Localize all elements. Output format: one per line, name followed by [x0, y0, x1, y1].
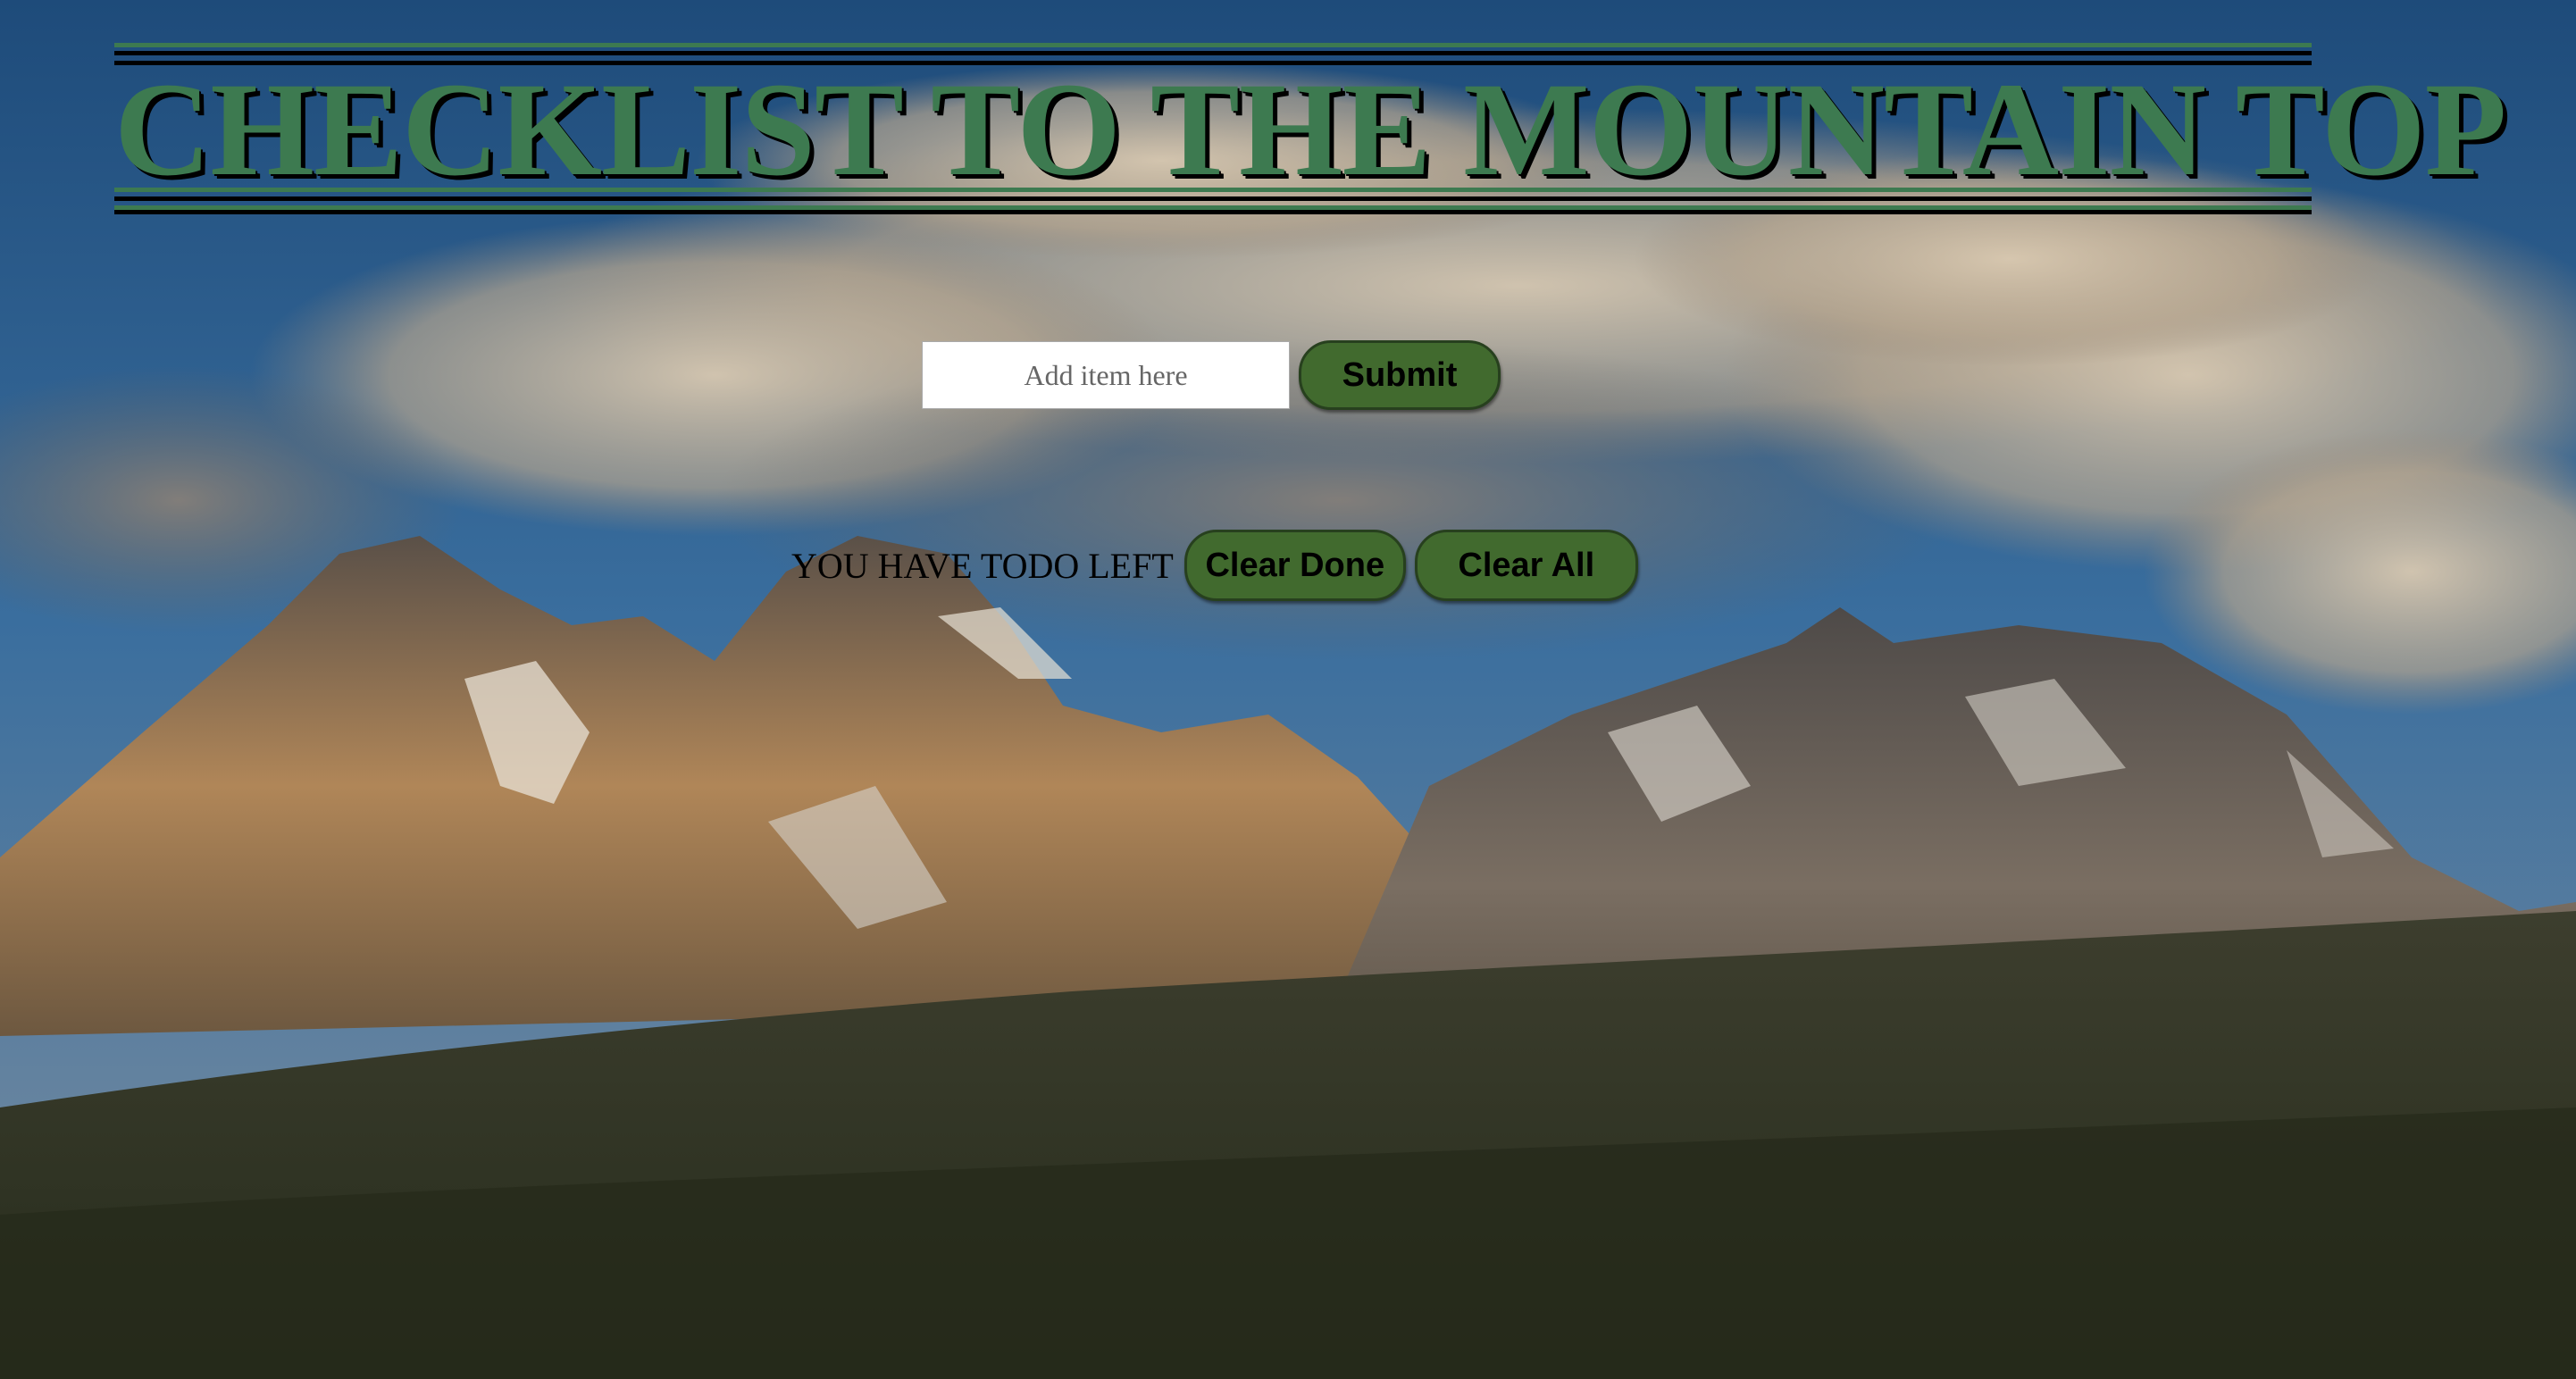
app-root: CHECKLIST TO THE MOUNTAIN TOP Submit YOU…	[0, 0, 2576, 1379]
add-item-form: Submit	[922, 339, 1501, 411]
add-item-input[interactable]	[922, 341, 1290, 409]
clear-all-button[interactable]: Clear All	[1414, 530, 1638, 601]
title-bottom-rule-green	[114, 188, 2312, 192]
todo-status-row: YOU HAVE TODO LEFT Clear Done Clear All	[791, 529, 1638, 602]
todo-remaining-text: YOU HAVE TODO LEFT	[791, 545, 1174, 586]
submit-button[interactable]: Submit	[1299, 340, 1501, 410]
title-bottom-rule-black-2	[114, 210, 2312, 214]
title-bottom-rule-black	[114, 196, 2312, 201]
page-title: CHECKLIST TO THE MOUNTAIN TOP	[114, 55, 2506, 204]
title-banner: CHECKLIST TO THE MOUNTAIN TOP	[114, 43, 2506, 214]
clear-done-button[interactable]: Clear Done	[1183, 530, 1406, 601]
title-top-rule-green	[114, 43, 2312, 47]
